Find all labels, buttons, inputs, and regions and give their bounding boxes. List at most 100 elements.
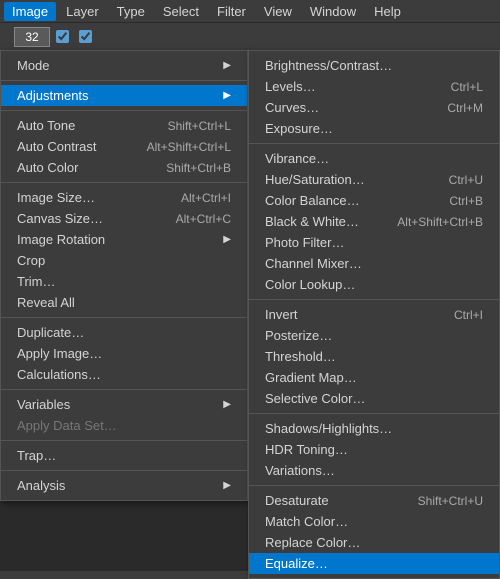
menu-item-trap-[interactable]: Trap… — [1, 445, 247, 466]
submenu-item-label: Exposure… — [265, 121, 483, 136]
menu-item-adjustments[interactable]: Adjustments▶ — [1, 85, 247, 106]
menubar-item-layer[interactable]: Layer — [58, 2, 107, 21]
submenu-item-label: Desaturate — [265, 493, 402, 508]
menu-item-apply-image-[interactable]: Apply Image… — [1, 343, 247, 364]
submenu-item-label: Threshold… — [265, 349, 483, 364]
menu-item-calculations-[interactable]: Calculations… — [1, 364, 247, 385]
submenu-item-label: Invert — [265, 307, 438, 322]
menubar-item-type[interactable]: Type — [109, 2, 153, 21]
menu-item-label: Duplicate… — [17, 325, 231, 340]
submenu-item-hdr-toning-[interactable]: HDR Toning… — [249, 439, 499, 460]
submenu-arrow-icon: ▶ — [223, 480, 231, 491]
submenu-item-label: Photo Filter… — [265, 235, 483, 250]
submenu-item-hue-saturation-[interactable]: Hue/Saturation…Ctrl+U — [249, 169, 499, 190]
submenu-item-shortcut: Ctrl+B — [449, 194, 483, 208]
menu-item-shortcut: Alt+Shift+Ctrl+L — [147, 140, 231, 154]
menubar-item-filter[interactable]: Filter — [209, 2, 254, 21]
menu-item-canvas-size-[interactable]: Canvas Size… Alt+Ctrl+C — [1, 208, 247, 229]
menu-item-auto-color[interactable]: Auto Color Shift+Ctrl+B — [1, 157, 247, 178]
anti-alias-checkbox[interactable] — [56, 30, 69, 43]
submenu-item-label: Selective Color… — [265, 391, 483, 406]
separator — [1, 389, 247, 390]
menubar-item-view[interactable]: View — [256, 2, 300, 21]
submenu-item-label: Curves… — [265, 100, 431, 115]
submenu-item-match-color-[interactable]: Match Color… — [249, 511, 499, 532]
menubar-item-window[interactable]: Window — [302, 2, 364, 21]
submenu-item-label: Color Lookup… — [265, 277, 483, 292]
submenu-item-color-lookup-[interactable]: Color Lookup… — [249, 274, 499, 295]
submenu-item-replace-color-[interactable]: Replace Color… — [249, 532, 499, 553]
contiguous-checkbox[interactable] — [79, 30, 92, 43]
anti-alias-group — [56, 30, 73, 43]
menu-item-crop[interactable]: Crop — [1, 250, 247, 271]
submenu-item-exposure-[interactable]: Exposure… — [249, 118, 499, 139]
submenu-item-color-balance-[interactable]: Color Balance… Ctrl+B — [249, 190, 499, 211]
submenu-item-label: Levels… — [265, 79, 435, 94]
menu-item-label: Canvas Size… — [17, 211, 160, 226]
submenu-item-vibrance-[interactable]: Vibrance… — [249, 148, 499, 169]
submenu-item-channel-mixer-[interactable]: Channel Mixer… — [249, 253, 499, 274]
menu-item-label: Apply Data Set… — [17, 418, 231, 433]
menu-item-auto-tone[interactable]: Auto Tone Shift+Ctrl+L — [1, 115, 247, 136]
submenu-item-shortcut: Ctrl+M — [447, 101, 483, 115]
menu-item-analysis[interactable]: Analysis ▶ — [1, 475, 247, 496]
tolerance-input[interactable] — [14, 27, 50, 47]
submenu-item-shortcut: Ctrl+I — [454, 308, 483, 322]
contiguous-group — [79, 30, 96, 43]
submenu-item-posterize-[interactable]: Posterize… — [249, 325, 499, 346]
submenu-item-label: HDR Toning… — [265, 442, 483, 457]
menu-item-shortcut: Alt+Ctrl+I — [181, 191, 231, 205]
submenu-item-black---white-[interactable]: Black & White… Alt+Shift+Ctrl+B — [249, 211, 499, 232]
menubar-item-help[interactable]: Help — [366, 2, 409, 21]
menu-item-label: Calculations… — [17, 367, 231, 382]
submenu-item-label: Equalize… — [265, 556, 483, 571]
menu-item-duplicate-[interactable]: Duplicate… — [1, 322, 247, 343]
menu-item-variables[interactable]: Variables▶ — [1, 394, 247, 415]
menu-item-image-rotation[interactable]: Image Rotation▶ — [1, 229, 247, 250]
submenu-item-gradient-map-[interactable]: Gradient Map… — [249, 367, 499, 388]
menu-item-reveal-all[interactable]: Reveal All — [1, 292, 247, 313]
submenu-item-shortcut: Ctrl+U — [449, 173, 483, 187]
menubar-item-image[interactable]: Image — [4, 2, 56, 21]
submenu-arrow-icon: ▶ — [223, 90, 231, 101]
menu-item-label: Auto Tone — [17, 118, 152, 133]
separator — [1, 440, 247, 441]
submenu-item-desaturate[interactable]: DesaturateShift+Ctrl+U — [249, 490, 499, 511]
menu-item-trim-[interactable]: Trim… — [1, 271, 247, 292]
menu-item-image-size-[interactable]: Image Size…Alt+Ctrl+I — [1, 187, 247, 208]
submenu-item-shortcut: Alt+Shift+Ctrl+B — [397, 215, 483, 229]
submenu-item-invert[interactable]: Invert Ctrl+I — [249, 304, 499, 325]
separator — [249, 299, 499, 300]
submenu-item-label: Shadows/Highlights… — [265, 421, 483, 436]
toolbar — [0, 22, 500, 50]
submenu-arrow-icon: ▶ — [223, 60, 231, 71]
separator — [1, 110, 247, 111]
menu-item-label: Analysis — [17, 478, 215, 493]
menu-item-label: Auto Contrast — [17, 139, 131, 154]
menu-item-mode[interactable]: Mode ▶ — [1, 55, 247, 76]
submenu-item-label: Black & White… — [265, 214, 381, 229]
menubar-item-select[interactable]: Select — [155, 2, 207, 21]
submenu-item-label: Posterize… — [265, 328, 483, 343]
submenu-item-label: Color Balance… — [265, 193, 433, 208]
menu-item-shortcut: Alt+Ctrl+C — [176, 212, 231, 226]
menu-item-auto-contrast[interactable]: Auto Contrast Alt+Shift+Ctrl+L — [1, 136, 247, 157]
submenu-item-threshold-[interactable]: Threshold… — [249, 346, 499, 367]
submenu-item-shadows-highlights-[interactable]: Shadows/Highlights… — [249, 418, 499, 439]
menu-item-shortcut: Shift+Ctrl+L — [168, 119, 231, 133]
menu-item-label: Trap… — [17, 448, 231, 463]
submenu-arrow-icon: ▶ — [223, 234, 231, 245]
menu-item-label: Mode — [17, 58, 215, 73]
submenu-item-label: Channel Mixer… — [265, 256, 483, 271]
submenu-item-brightness-contrast-[interactable]: Brightness/Contrast… — [249, 55, 499, 76]
submenu-item-photo-filter-[interactable]: Photo Filter… — [249, 232, 499, 253]
separator — [249, 413, 499, 414]
menu-item-label: Auto Color — [17, 160, 150, 175]
menu-item-label: Reveal All — [17, 295, 231, 310]
submenu-item-levels-[interactable]: Levels…Ctrl+L — [249, 76, 499, 97]
menu-item-shortcut: Shift+Ctrl+B — [166, 161, 231, 175]
submenu-item-curves-[interactable]: Curves… Ctrl+M — [249, 97, 499, 118]
submenu-item-selective-color-[interactable]: Selective Color… — [249, 388, 499, 409]
submenu-arrow-icon: ▶ — [223, 399, 231, 410]
submenu-item-variations-[interactable]: Variations… — [249, 460, 499, 481]
